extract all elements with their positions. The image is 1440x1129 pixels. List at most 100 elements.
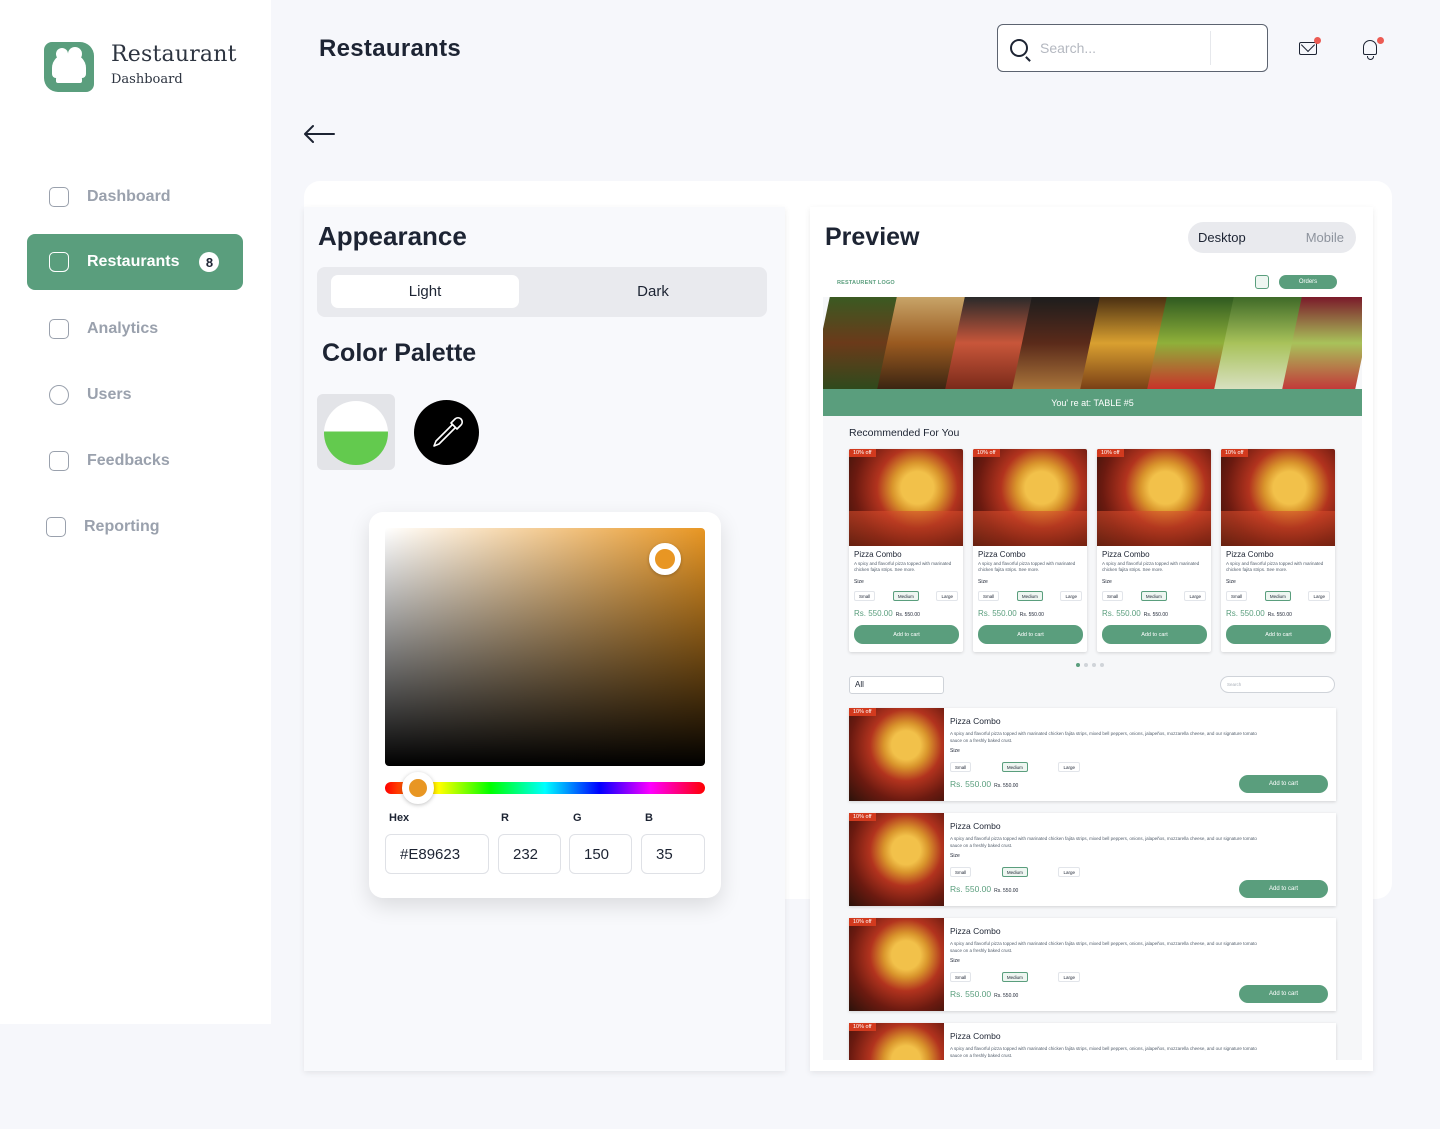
size-large[interactable]: Large bbox=[1058, 972, 1080, 982]
hex-input[interactable] bbox=[385, 834, 489, 874]
size-small[interactable]: Small bbox=[950, 762, 972, 772]
preview-panel: Preview Desktop Mobile RESTAURENT LOGO O… bbox=[810, 207, 1373, 1071]
size-medium[interactable]: Medium bbox=[892, 591, 919, 601]
pizza-image bbox=[849, 813, 944, 906]
size-large[interactable]: Large bbox=[1308, 591, 1330, 601]
r-input[interactable] bbox=[498, 834, 561, 874]
b-label: B bbox=[645, 812, 653, 824]
search-box[interactable] bbox=[997, 24, 1268, 72]
sidebar-item-restaurants[interactable]: Restaurants 8 bbox=[27, 234, 243, 290]
add-to-cart-button[interactable]: Add to cart bbox=[1239, 985, 1328, 1003]
color-palette-title: Color Palette bbox=[322, 339, 477, 367]
size-small[interactable]: Small bbox=[978, 591, 1000, 601]
discount-badge: 10% off bbox=[849, 813, 876, 821]
mail-icon[interactable] bbox=[1297, 37, 1321, 59]
users-icon bbox=[49, 385, 69, 405]
brand-subtitle: Dashboard bbox=[111, 72, 183, 87]
product-card[interactable]: 10% off Pizza Combo A spicy and flavorfu… bbox=[973, 449, 1087, 652]
site-search-input[interactable]: Search bbox=[1220, 676, 1335, 693]
size-small[interactable]: Small bbox=[950, 867, 972, 877]
product-card[interactable]: 10% off Pizza Combo A spicy and flavorfu… bbox=[1221, 449, 1335, 652]
add-to-cart-button[interactable]: Add to cart bbox=[1239, 880, 1328, 898]
brand-title: Restaurant bbox=[111, 42, 237, 67]
size-small[interactable]: Small bbox=[1102, 591, 1124, 601]
size-label: Size bbox=[950, 853, 960, 859]
desktop-tab[interactable]: Desktop bbox=[1198, 230, 1246, 245]
add-to-cart-button[interactable]: Add to cart bbox=[1102, 625, 1207, 644]
price: Rs. 550.00 Rs. 550.00 bbox=[978, 609, 1044, 618]
search-divider bbox=[1210, 31, 1211, 65]
product-card[interactable]: 10% off Pizza Combo A spicy and flavorfu… bbox=[1097, 449, 1211, 652]
size-large[interactable]: Large bbox=[936, 591, 958, 601]
product-name: Pizza Combo bbox=[854, 550, 902, 559]
list-item[interactable]: 10% off Pizza Combo A spicy and flavorfu… bbox=[849, 1023, 1336, 1060]
saturation-value-area[interactable] bbox=[385, 528, 705, 766]
product-description: A spicy and flavorful pizza topped with … bbox=[978, 561, 1076, 572]
sidebar-item-feedbacks[interactable]: Feedbacks bbox=[27, 433, 243, 489]
old-price: Rs. 550.00 bbox=[994, 783, 1019, 789]
mobile-tab[interactable]: Mobile bbox=[1306, 230, 1344, 245]
size-medium[interactable]: Medium bbox=[1001, 972, 1028, 982]
discount-badge: 10% off bbox=[1097, 449, 1124, 457]
document-icon bbox=[49, 451, 69, 471]
size-large[interactable]: Large bbox=[1184, 591, 1206, 601]
product-description: A spicy and flavorful pizza topped with … bbox=[950, 731, 1257, 743]
list-item[interactable]: 10% off Pizza Combo A spicy and flavorfu… bbox=[849, 708, 1336, 801]
add-to-cart-button[interactable]: Add to cart bbox=[854, 625, 959, 644]
sidebar-item-reporting[interactable]: Reporting bbox=[27, 499, 243, 555]
old-price: Rs. 550.00 bbox=[895, 612, 920, 618]
size-medium[interactable]: Medium bbox=[1140, 591, 1167, 601]
list-item[interactable]: 10% off Pizza Combo A spicy and flavorfu… bbox=[849, 813, 1336, 906]
size-small[interactable]: Small bbox=[950, 972, 972, 982]
size-large[interactable]: Large bbox=[1058, 762, 1080, 772]
size-options: Small Medium Large bbox=[854, 591, 958, 601]
bell-icon[interactable] bbox=[1360, 37, 1384, 60]
sidebar-item-analytics[interactable]: Analytics bbox=[27, 301, 243, 357]
dark-mode-button[interactable]: Dark bbox=[559, 275, 747, 308]
product-name: Pizza Combo bbox=[1102, 550, 1150, 559]
device-toggle: Desktop Mobile bbox=[1188, 222, 1356, 253]
report-icon bbox=[46, 517, 66, 537]
eyedropper-button[interactable] bbox=[414, 400, 479, 465]
brand[interactable]: Restaurant Dashboard bbox=[44, 42, 237, 92]
product-name: Pizza Combo bbox=[978, 550, 1026, 559]
size-medium[interactable]: Medium bbox=[1264, 591, 1291, 601]
old-price: Rs. 550.00 bbox=[1019, 612, 1044, 618]
sidebar-item-label: Reporting bbox=[84, 518, 160, 535]
sidebar-item-dashboard[interactable]: Dashboard bbox=[27, 169, 243, 225]
orders-button[interactable]: Orders bbox=[1279, 275, 1337, 289]
pizza-image bbox=[1097, 449, 1211, 546]
light-mode-button[interactable]: Light bbox=[331, 275, 519, 308]
size-large[interactable]: Large bbox=[1058, 867, 1080, 877]
search-input[interactable] bbox=[1040, 40, 1200, 56]
size-small[interactable]: Small bbox=[854, 591, 876, 601]
discount-badge: 10% off bbox=[849, 449, 876, 457]
add-to-cart-button[interactable]: Add to cart bbox=[1226, 625, 1331, 644]
cart-icon[interactable] bbox=[1255, 275, 1269, 289]
carousel-dots[interactable] bbox=[1076, 663, 1104, 667]
hue-slider[interactable] bbox=[385, 772, 705, 804]
chef-hat-logo-icon bbox=[44, 42, 94, 92]
size-small[interactable]: Small bbox=[1226, 591, 1248, 601]
sidebar-item-users[interactable]: Users bbox=[27, 367, 243, 423]
table-banner: You' re at: TABLE #5 bbox=[823, 389, 1362, 416]
back-arrow-icon[interactable] bbox=[302, 124, 336, 144]
product-card[interactable]: 10% off Pizza Combo A spicy and flavorfu… bbox=[849, 449, 963, 652]
count-badge: 8 bbox=[199, 252, 220, 272]
hue-handle[interactable] bbox=[402, 772, 434, 804]
size-large[interactable]: Large bbox=[1060, 591, 1082, 601]
b-input[interactable] bbox=[641, 834, 705, 874]
color-swatch[interactable] bbox=[317, 394, 395, 470]
size-medium[interactable]: Medium bbox=[1016, 591, 1043, 601]
saturation-handle[interactable] bbox=[649, 543, 681, 575]
preview-title: Preview bbox=[825, 223, 920, 251]
list-item[interactable]: 10% off Pizza Combo A spicy and flavorfu… bbox=[849, 918, 1336, 1011]
g-input[interactable] bbox=[569, 834, 632, 874]
size-medium[interactable]: Medium bbox=[1001, 867, 1028, 877]
category-filter-select[interactable]: All bbox=[849, 676, 944, 694]
size-medium[interactable]: Medium bbox=[1001, 762, 1028, 772]
size-options: Small Medium Large bbox=[978, 591, 1082, 601]
price: Rs. 550.00 Rs. 550.00 bbox=[950, 779, 1019, 789]
add-to-cart-button[interactable]: Add to cart bbox=[978, 625, 1083, 644]
add-to-cart-button[interactable]: Add to cart bbox=[1239, 775, 1328, 793]
